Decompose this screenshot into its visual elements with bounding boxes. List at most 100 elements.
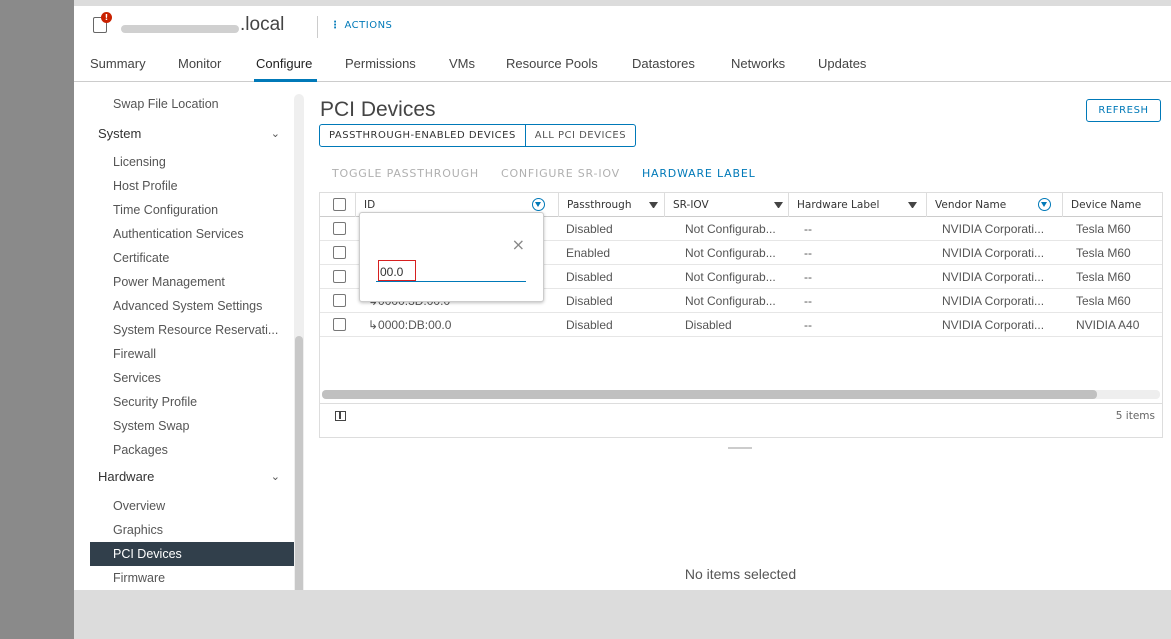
passthrough-enabled-devices-button[interactable]: PASSTHROUGH-ENABLED DEVICES — [319, 124, 526, 147]
vertical-ellipsis-icon: ⋮ — [330, 20, 341, 31]
sidebar-item-graphics[interactable]: Graphics — [90, 518, 294, 542]
page-title: PCI Devices — [320, 98, 436, 121]
items-count: 5 items — [1115, 410, 1155, 422]
tab-vms[interactable]: VMs — [449, 56, 475, 71]
column-header-passthrough[interactable]: Passthrough — [558, 193, 664, 217]
sidebar-item-label: PCI Devices — [113, 547, 182, 561]
column-header-device-name[interactable]: Device Name — [1062, 193, 1164, 217]
configure-sriov-button[interactable]: CONFIGURE SR-IOV — [501, 167, 620, 180]
tab-permissions[interactable]: Permissions — [345, 56, 416, 71]
row-checkbox[interactable] — [333, 318, 346, 331]
sidebar-item-label: Time Configuration — [113, 203, 219, 217]
toggle-passthrough-button[interactable]: TOGGLE PASSTHROUGH — [332, 167, 479, 180]
row-checkbox[interactable] — [333, 246, 346, 259]
main-content: PCI Devices REFRESH PASSTHROUGH-ENABLED … — [318, 92, 1163, 596]
sidebar-item-power-management[interactable]: Power Management — [90, 270, 294, 294]
active-tab-indicator — [254, 79, 317, 82]
sidebar-item-advanced-system-settings[interactable]: Advanced System Settings — [90, 294, 294, 318]
cell-hardware-label: -- — [804, 294, 812, 308]
sidebar-item-security-profile[interactable]: Security Profile — [90, 390, 294, 414]
sidebar-item-host-profile[interactable]: Host Profile — [90, 174, 294, 198]
tab-datastores[interactable]: Datastores — [632, 56, 695, 71]
row-checkbox[interactable] — [333, 270, 346, 283]
sidebar-item-label: Power Management — [113, 275, 225, 289]
details-pane-splitter[interactable] — [728, 447, 752, 449]
row-checkbox[interactable] — [333, 294, 346, 307]
column-label: Vendor Name — [935, 199, 1007, 211]
sidebar-item-label: Host Profile — [113, 179, 178, 193]
sidebar-item-label: Firewall — [113, 347, 157, 361]
column-header-vendor-name[interactable]: Vendor Name — [926, 193, 1062, 217]
host-icon: ! — [93, 12, 112, 33]
close-icon[interactable]: × — [512, 237, 525, 253]
grid-scrollbar-thumb[interactable] — [322, 390, 1097, 399]
no-items-selected-message: No items selected — [684, 566, 797, 582]
sidebar-item-authentication-services[interactable]: Authentication Services — [90, 222, 294, 246]
filter-icon[interactable] — [649, 202, 658, 211]
column-header-sriov[interactable]: SR-IOV — [664, 193, 788, 217]
grid-horizontal-scrollbar[interactable] — [322, 390, 1160, 399]
column-label: Device Name — [1071, 199, 1142, 211]
id-filter-popup: × — [359, 212, 544, 302]
select-all-checkbox[interactable] — [333, 198, 346, 211]
column-toggle-icon[interactable] — [335, 411, 346, 421]
sidebar-item-label: Graphics — [113, 523, 164, 537]
cell-passthrough: Disabled — [566, 222, 613, 236]
tab-networks[interactable]: Networks — [731, 56, 785, 71]
grid-footer: 5 items — [320, 403, 1162, 427]
sidebar-item-pci-devices[interactable]: PCI Devices — [90, 542, 294, 566]
sidebar-section-system[interactable]: System ⌄ — [90, 122, 294, 146]
sidebar-item-label: Certificate — [113, 251, 170, 265]
filter-active-icon[interactable] — [532, 198, 545, 211]
cell-passthrough: Enabled — [566, 246, 611, 260]
tab-summary[interactable]: Summary — [90, 56, 146, 71]
sidebar-item-firewall[interactable]: Firewall — [90, 342, 294, 366]
refresh-button[interactable]: REFRESH — [1086, 99, 1161, 122]
filter-icon[interactable] — [774, 202, 783, 211]
sidebar-item-services[interactable]: Services — [90, 366, 294, 390]
tab-monitor[interactable]: Monitor — [178, 56, 221, 71]
redacted-hostname — [121, 25, 239, 33]
sidebar-item-label: Firmware — [113, 571, 166, 585]
sidebar-item-system-swap[interactable]: System Swap — [90, 414, 294, 438]
sidebar-item-firmware[interactable]: Firmware — [90, 566, 294, 590]
left-gutter — [0, 0, 74, 639]
sidebar-item-licensing[interactable]: Licensing — [90, 150, 294, 174]
sidebar-item-label: Licensing — [113, 155, 166, 169]
sidebar-item-packages[interactable]: Packages — [90, 438, 294, 462]
cell-sriov: Not Configurab... — [685, 222, 776, 236]
sidebar-item-label: Authentication Services — [113, 227, 244, 241]
tab-updates[interactable]: Updates — [818, 56, 866, 71]
host-name-suffix: .local — [240, 14, 285, 35]
sidebar-item-label: Swap File Location — [113, 97, 219, 111]
actions-menu-button[interactable]: ⋮ ACTIONS — [330, 20, 392, 31]
tab-configure[interactable]: Configure — [256, 56, 312, 71]
sidebar-item-time-configuration[interactable]: Time Configuration — [90, 198, 294, 222]
sidebar-section-hardware[interactable]: Hardware ⌄ — [90, 465, 294, 489]
column-header-hardware-label[interactable]: Hardware Label — [788, 193, 926, 217]
cell-vendor-name: NVIDIA Corporati... — [942, 270, 1045, 284]
column-label: Passthrough — [567, 199, 632, 211]
column-label: SR-IOV — [673, 199, 709, 211]
filter-active-icon[interactable] — [1038, 198, 1051, 211]
id-filter-input[interactable] — [376, 262, 526, 282]
actions-label: ACTIONS — [344, 20, 393, 31]
tab-resource-pools[interactable]: Resource Pools — [506, 56, 598, 71]
sidebar-scrollbar-thumb[interactable] — [295, 336, 303, 596]
sidebar-item-certificate[interactable]: Certificate — [90, 246, 294, 270]
grid-action-bar: TOGGLE PASSTHROUGH CONFIGURE SR-IOV HARD… — [332, 167, 778, 180]
hardware-label-button[interactable]: HARDWARE LABEL — [642, 167, 756, 180]
column-label: ID — [364, 199, 376, 211]
sidebar-item-label: Advanced System Settings — [113, 299, 263, 313]
filter-icon[interactable] — [908, 202, 917, 211]
row-checkbox[interactable] — [333, 222, 346, 235]
sidebar-item-swap-file-location[interactable]: Swap File Location — [90, 92, 294, 116]
sidebar-item-system-resource-reservation[interactable]: System Resource Reservati... — [90, 318, 294, 342]
all-pci-devices-button[interactable]: ALL PCI DEVICES — [525, 124, 637, 147]
table-row[interactable]: ↳0000:DB:00.0 Disabled Disabled -- NVIDI… — [320, 313, 1162, 337]
cell-hardware-label: -- — [804, 222, 812, 236]
device-filter-segmented-control: PASSTHROUGH-ENABLED DEVICES ALL PCI DEVI… — [319, 124, 637, 147]
sidebar-item-overview[interactable]: Overview — [90, 494, 294, 518]
cell-hardware-label: -- — [804, 246, 812, 260]
sidebar-section-label: System — [98, 126, 142, 141]
